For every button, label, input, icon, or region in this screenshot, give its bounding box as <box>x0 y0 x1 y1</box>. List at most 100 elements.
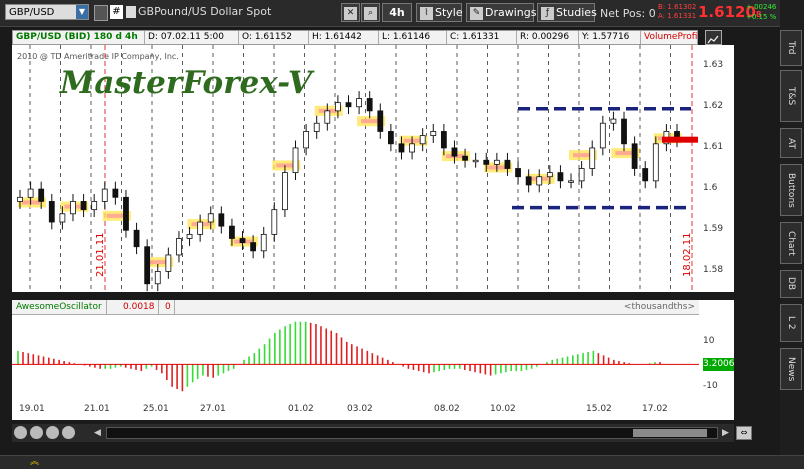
zoom-fit-icon[interactable] <box>62 426 75 439</box>
studies-button[interactable]: ƒ Studies <box>537 3 597 22</box>
time-tick-label: 08.02 <box>434 404 460 414</box>
candle-body <box>176 238 182 256</box>
zoom-out-icon[interactable] <box>14 426 27 439</box>
oscillator-zero: 0 <box>162 300 175 314</box>
style-button[interactable]: ⌇ Style <box>416 3 463 22</box>
bar-high: H: 1.61442 <box>309 31 379 44</box>
candle-body <box>472 159 479 163</box>
side-tab-5[interactable]: DB <box>780 270 802 298</box>
time-tick-label: 03.02 <box>347 404 373 414</box>
bar-open: O: 1.61152 <box>239 31 309 44</box>
zoom-tool-button[interactable]: ⌕ <box>361 3 380 22</box>
candle-body <box>17 196 23 202</box>
time-tick-label: 19.01 <box>19 404 45 414</box>
zoom-reset-icon[interactable] <box>46 426 59 439</box>
value-area-box <box>106 213 125 218</box>
price-tick-label: 1.63 <box>703 59 724 70</box>
bar-low: L: 1.61146 <box>379 31 447 44</box>
candle-body <box>250 242 257 252</box>
bar-range: R: 0.00296 <box>517 31 579 44</box>
oscillator-badge: 3.2006 <box>703 358 735 371</box>
oscillator-name[interactable]: AwesomeOscillator <box>12 300 107 314</box>
time-tick-label: 25.01 <box>143 404 169 414</box>
net-change: +.00246 <box>746 3 777 11</box>
candle-body <box>48 201 55 223</box>
side-tab-1[interactable]: T&S <box>780 70 802 122</box>
bar-y: Y: 1.57716 <box>579 31 641 44</box>
time-axis[interactable]: 19.01 21.01 25.01 27.01 01.02 03.02 08.02 10.02… <box>12 398 699 420</box>
last-price-marker <box>662 136 698 143</box>
side-tab-2[interactable]: AT <box>780 128 802 158</box>
candle-body <box>133 229 140 248</box>
bar-date: D: 07.02.11 5:00 <box>145 31 239 44</box>
price-chart[interactable]: 2010 @ TD Ameritrade IP Company, Inc. 21… <box>12 45 699 292</box>
oscillator-units: <thousandths> <box>623 302 695 312</box>
side-tab-6[interactable]: L 2 <box>780 304 802 342</box>
scroll-zoom-bar: ◀ ▶ <box>12 424 734 442</box>
candle-body <box>313 122 320 132</box>
oscillator-plot[interactable] <box>12 315 699 398</box>
candle-body <box>292 147 299 174</box>
chevron-down-icon[interactable]: ▼ <box>76 5 88 19</box>
axis-corner <box>699 398 734 420</box>
study-label[interactable]: VolumeProfile (AU... <box>641 31 698 44</box>
candle-body <box>186 233 193 239</box>
chart-settings-button[interactable] <box>705 30 722 45</box>
drawings-button[interactable]: ✎ Drawings <box>466 3 537 22</box>
ask-price: A: 1.61331 <box>658 12 697 20</box>
time-tick-label: 17.02 <box>642 404 668 414</box>
candle-body <box>440 131 447 149</box>
oscillator-scale[interactable]: 10 -10 3.2006 <box>699 300 735 398</box>
chevron-up-icon[interactable]: ︽ <box>30 457 39 467</box>
scroll-track[interactable] <box>106 427 718 439</box>
side-tab-3[interactable]: Buttons <box>780 164 802 216</box>
time-tick-label: 27.01 <box>200 404 226 414</box>
oscillator-tick-label: 10 <box>703 335 715 346</box>
link-icon[interactable] <box>94 5 108 21</box>
value-area-box <box>361 119 380 124</box>
aggregation-button[interactable]: 4h <box>382 3 412 22</box>
candle-body <box>631 143 638 169</box>
side-tab-7[interactable]: News <box>780 348 802 390</box>
candle-body <box>430 131 437 136</box>
scroll-right-icon[interactable]: ▶ <box>722 426 732 440</box>
candle-body <box>91 201 98 211</box>
candle-body <box>642 168 649 182</box>
candle-body <box>578 168 585 182</box>
scroll-thumb[interactable] <box>633 429 707 437</box>
price-tick-label: 1.61 <box>703 141 724 152</box>
time-tick-label: 21.01 <box>84 404 110 414</box>
value-area-box <box>149 260 168 265</box>
candle-body <box>451 147 458 157</box>
candle-body <box>366 98 373 112</box>
price-tick-label: 1.6 <box>703 183 718 194</box>
side-tab-4[interactable]: Chart <box>780 222 802 264</box>
crosshair-icon: ✕ <box>344 6 357 20</box>
price-tick-label: 1.58 <box>703 265 724 276</box>
candle-body <box>536 176 543 186</box>
candle-body <box>515 168 521 178</box>
candle-body <box>303 131 310 149</box>
symbol-selector[interactable]: GBP/USD ▼ <box>5 4 89 20</box>
candle-body <box>207 213 214 223</box>
flag-icon[interactable]: # <box>110 5 123 19</box>
document-icon <box>126 6 136 18</box>
candle-body <box>70 201 76 215</box>
drawings-label: Drawings <box>485 6 537 19</box>
time-tick-label: 15.02 <box>586 404 612 414</box>
candle-body <box>59 213 66 223</box>
side-tab-0[interactable]: Trd <box>780 30 802 66</box>
crosshair-tool-button[interactable]: ✕ <box>341 3 360 22</box>
candle-body <box>282 172 288 211</box>
pencil-icon: ✎ <box>470 6 483 20</box>
price-tick-label: 1.59 <box>703 224 724 235</box>
price-scale[interactable]: 1.63 1.62 1.61 1.6 1.59 1.58 <box>699 45 734 292</box>
time-tick-label: 10.02 <box>490 404 516 414</box>
candle-body <box>27 188 34 198</box>
candle-body <box>239 238 246 244</box>
scroll-left-icon[interactable]: ◀ <box>94 426 104 440</box>
zoom-in-icon[interactable] <box>30 426 43 439</box>
expand-arrows-icon[interactable]: ⇔ <box>736 426 752 440</box>
candle-body <box>271 209 278 235</box>
candle-body <box>197 221 204 235</box>
